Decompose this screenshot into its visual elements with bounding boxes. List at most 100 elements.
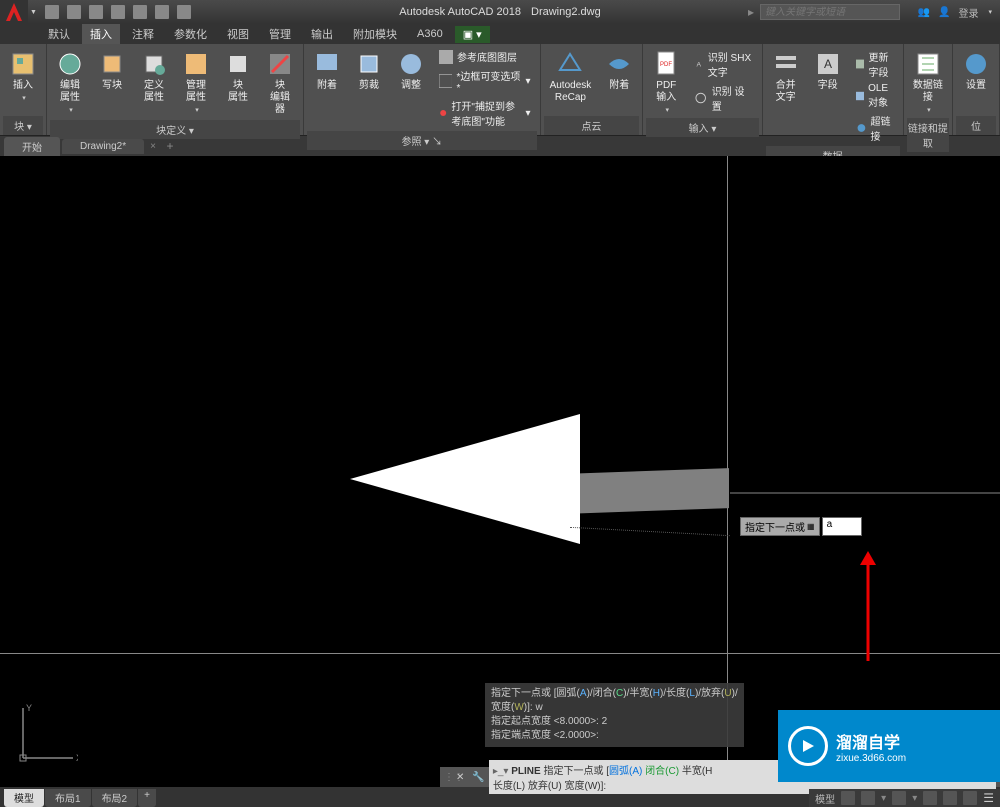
help-dropdown-icon[interactable]: ▸ (748, 5, 754, 19)
command-history: 指定下一点或 [圆弧(A)/闭合(C)/半宽(H)/长度(L)/放弃(U)/ 宽… (485, 683, 744, 747)
tab-layout2[interactable]: 布局2 (92, 789, 138, 807)
qat-print-icon[interactable] (133, 5, 147, 19)
tab-model[interactable]: 模型 (4, 789, 44, 807)
qat-new-icon[interactable] (45, 5, 59, 19)
clip-button[interactable]: 剪裁 (349, 46, 389, 96)
drawing-canvas[interactable]: 指定下一点或 ▦ a X Y 指定下一点或 [圆弧(A)/闭合(C)/半宽(H)… (0, 156, 1000, 787)
tab-parametric[interactable]: 参数化 (166, 24, 215, 44)
login-icon[interactable]: 👤 (938, 7, 950, 18)
ribbon-tabs: 默认 插入 注释 参数化 视图 管理 输出 附加模块 A360 ▣ ▾ (0, 24, 1000, 44)
watermark-title: 溜溜自学 (836, 729, 906, 753)
dyn-value[interactable]: a (822, 517, 862, 536)
qat-undo-icon[interactable] (155, 5, 169, 19)
svg-text:X: X (76, 753, 78, 763)
field-button[interactable]: A字段 (808, 46, 848, 96)
tab-layout1[interactable]: 布局1 (45, 789, 91, 807)
tab-a360[interactable]: A360 (409, 26, 451, 42)
settings-gear-icon[interactable]: ☰ (983, 791, 994, 805)
svg-text:Y: Y (26, 703, 32, 713)
panel-label[interactable]: 块定义 ▾ (50, 120, 300, 139)
data-link-button[interactable]: 数据链接▾ (907, 46, 949, 118)
panel-label[interactable]: 输入 ▾ (646, 118, 758, 137)
svg-text:A: A (697, 62, 702, 69)
add-layout-button[interactable]: + (138, 789, 156, 807)
block-attr-button[interactable]: 块 属性 (218, 46, 258, 108)
manage-attr-button[interactable]: 管理 属性▾ (176, 46, 216, 118)
add-tab-button[interactable]: + (162, 138, 178, 154)
cmdline-close-icon[interactable]: ✕ (452, 772, 468, 783)
recap-button[interactable]: Autodesk ReCap (544, 46, 598, 108)
layout-tabs: 模型 布局1 布局2 + (4, 789, 156, 807)
edit-attr-button[interactable]: 编辑 属性▾ (50, 46, 90, 118)
cmdline-grip-icon[interactable]: ⋮⋮ (444, 772, 452, 783)
login-label[interactable]: 登录 (958, 5, 978, 20)
pdf-import-button[interactable]: PDFPDF 输入▾ (646, 46, 686, 118)
qat-redo-icon[interactable] (177, 5, 191, 19)
app-menu-dropdown[interactable]: ▼ (30, 9, 37, 16)
panel-block-def: 编辑 属性▾ 写块 定义属性 管理 属性▾ 块 属性 块 编辑器 块定义 ▾ (47, 44, 304, 135)
tab-default[interactable]: 默认 (40, 24, 78, 44)
tab-drawing[interactable]: Drawing2* (62, 139, 144, 154)
attach-button[interactable]: 附着 (307, 46, 347, 96)
panel-reference: 附着 剪裁 调整 参考底图图层 *边框可变选项* ▾ 打开"捕捉到参考底图"功能… (304, 44, 541, 135)
block-editor-button[interactable]: 块 编辑器 (260, 46, 300, 120)
quick-access-toolbar (37, 5, 199, 19)
ortho-icon[interactable] (892, 791, 906, 805)
merge-text-button[interactable]: 合并 文字 (766, 46, 806, 108)
recognize-settings-button[interactable]: 识别 设置 (690, 82, 756, 114)
adjust-button[interactable]: 调整 (391, 46, 431, 96)
tab-addins[interactable]: 附加模块 (345, 24, 405, 44)
snap-icon[interactable] (861, 791, 875, 805)
hyperlink-button[interactable]: 超链接 (852, 112, 898, 144)
ribbon: 插入 ▾ 块 ▾ 编辑 属性▾ 写块 定义属性 管理 属性▾ 块 属性 块 编辑… (0, 44, 1000, 136)
app-name: Autodesk AutoCAD 2018 (399, 6, 521, 18)
qat-open-icon[interactable] (67, 5, 81, 19)
titlebar: ▼ Autodesk AutoCAD 2018 Drawing2.dwg ▸ 👥… (0, 0, 1000, 24)
tab-annotate[interactable]: 注释 (124, 24, 162, 44)
ole-object-button[interactable]: OLE 对象 (852, 82, 898, 110)
dyn-prompt: 指定下一点或 ▦ (740, 517, 820, 536)
pline-segment (566, 468, 729, 514)
settings-button[interactable]: 设置 (956, 46, 996, 96)
user-area: 👥 👤 登录 ▾ (918, 5, 992, 20)
close-icon[interactable]: × (146, 141, 160, 152)
attach-pc-button[interactable]: 附着 (599, 46, 639, 96)
tab-view[interactable]: 视图 (219, 24, 257, 44)
define-attr-button[interactable]: 定义属性 (134, 46, 174, 108)
osnap-icon[interactable] (943, 791, 957, 805)
update-field-button[interactable]: 更新字段 (852, 48, 898, 80)
polar-icon[interactable] (923, 791, 937, 805)
search-input[interactable] (760, 4, 900, 20)
status-model-label[interactable]: 模型 (815, 791, 835, 806)
tab-manage[interactable]: 管理 (261, 24, 299, 44)
watermark-url: zixue.3d66.com (836, 753, 906, 764)
shx-text-button[interactable]: A识别 SHX 文字 (690, 48, 756, 80)
panel-link: 数据链接▾ 链接和提取 (904, 44, 953, 135)
watermark: 溜溜自学 zixue.3d66.com (778, 710, 1000, 782)
tab-start[interactable]: 开始 (4, 137, 60, 156)
qat-saveas-icon[interactable] (111, 5, 125, 19)
tab-featured[interactable]: ▣ ▾ (455, 26, 490, 43)
cmdline-config-icon[interactable]: 🔧 (468, 772, 488, 783)
ucs-icon: X Y (18, 703, 78, 763)
panel-label[interactable]: 参照 ▾ ↘ (307, 131, 537, 150)
lineweight-icon[interactable] (963, 791, 977, 805)
play-icon (788, 726, 828, 766)
insert-block-button[interactable]: 插入 ▾ (3, 46, 43, 106)
tab-insert[interactable]: 插入 (82, 24, 120, 44)
snap-underlay-button[interactable]: 打开"捕捉到参考底图"功能 ▾ (435, 97, 535, 129)
login-dropdown[interactable]: ▾ (988, 8, 992, 16)
qat-save-icon[interactable] (89, 5, 103, 19)
app-logo[interactable] (0, 0, 28, 24)
svg-text:PDF: PDF (660, 62, 672, 68)
social-icon[interactable]: 👥 (918, 7, 930, 18)
frame-vary-button[interactable]: *边框可变选项* ▾ (435, 67, 535, 95)
panel-label: 位 (956, 116, 996, 135)
tab-output[interactable]: 输出 (303, 24, 341, 44)
panel-label[interactable]: 块 ▾ (3, 116, 43, 135)
svg-text:A: A (824, 57, 832, 71)
write-block-button[interactable]: 写块 (92, 46, 132, 96)
underlay-layers-button[interactable]: 参考底图图层 (435, 48, 535, 65)
grid-icon[interactable] (841, 791, 855, 805)
panel-label: 链接和提取 (907, 118, 949, 152)
